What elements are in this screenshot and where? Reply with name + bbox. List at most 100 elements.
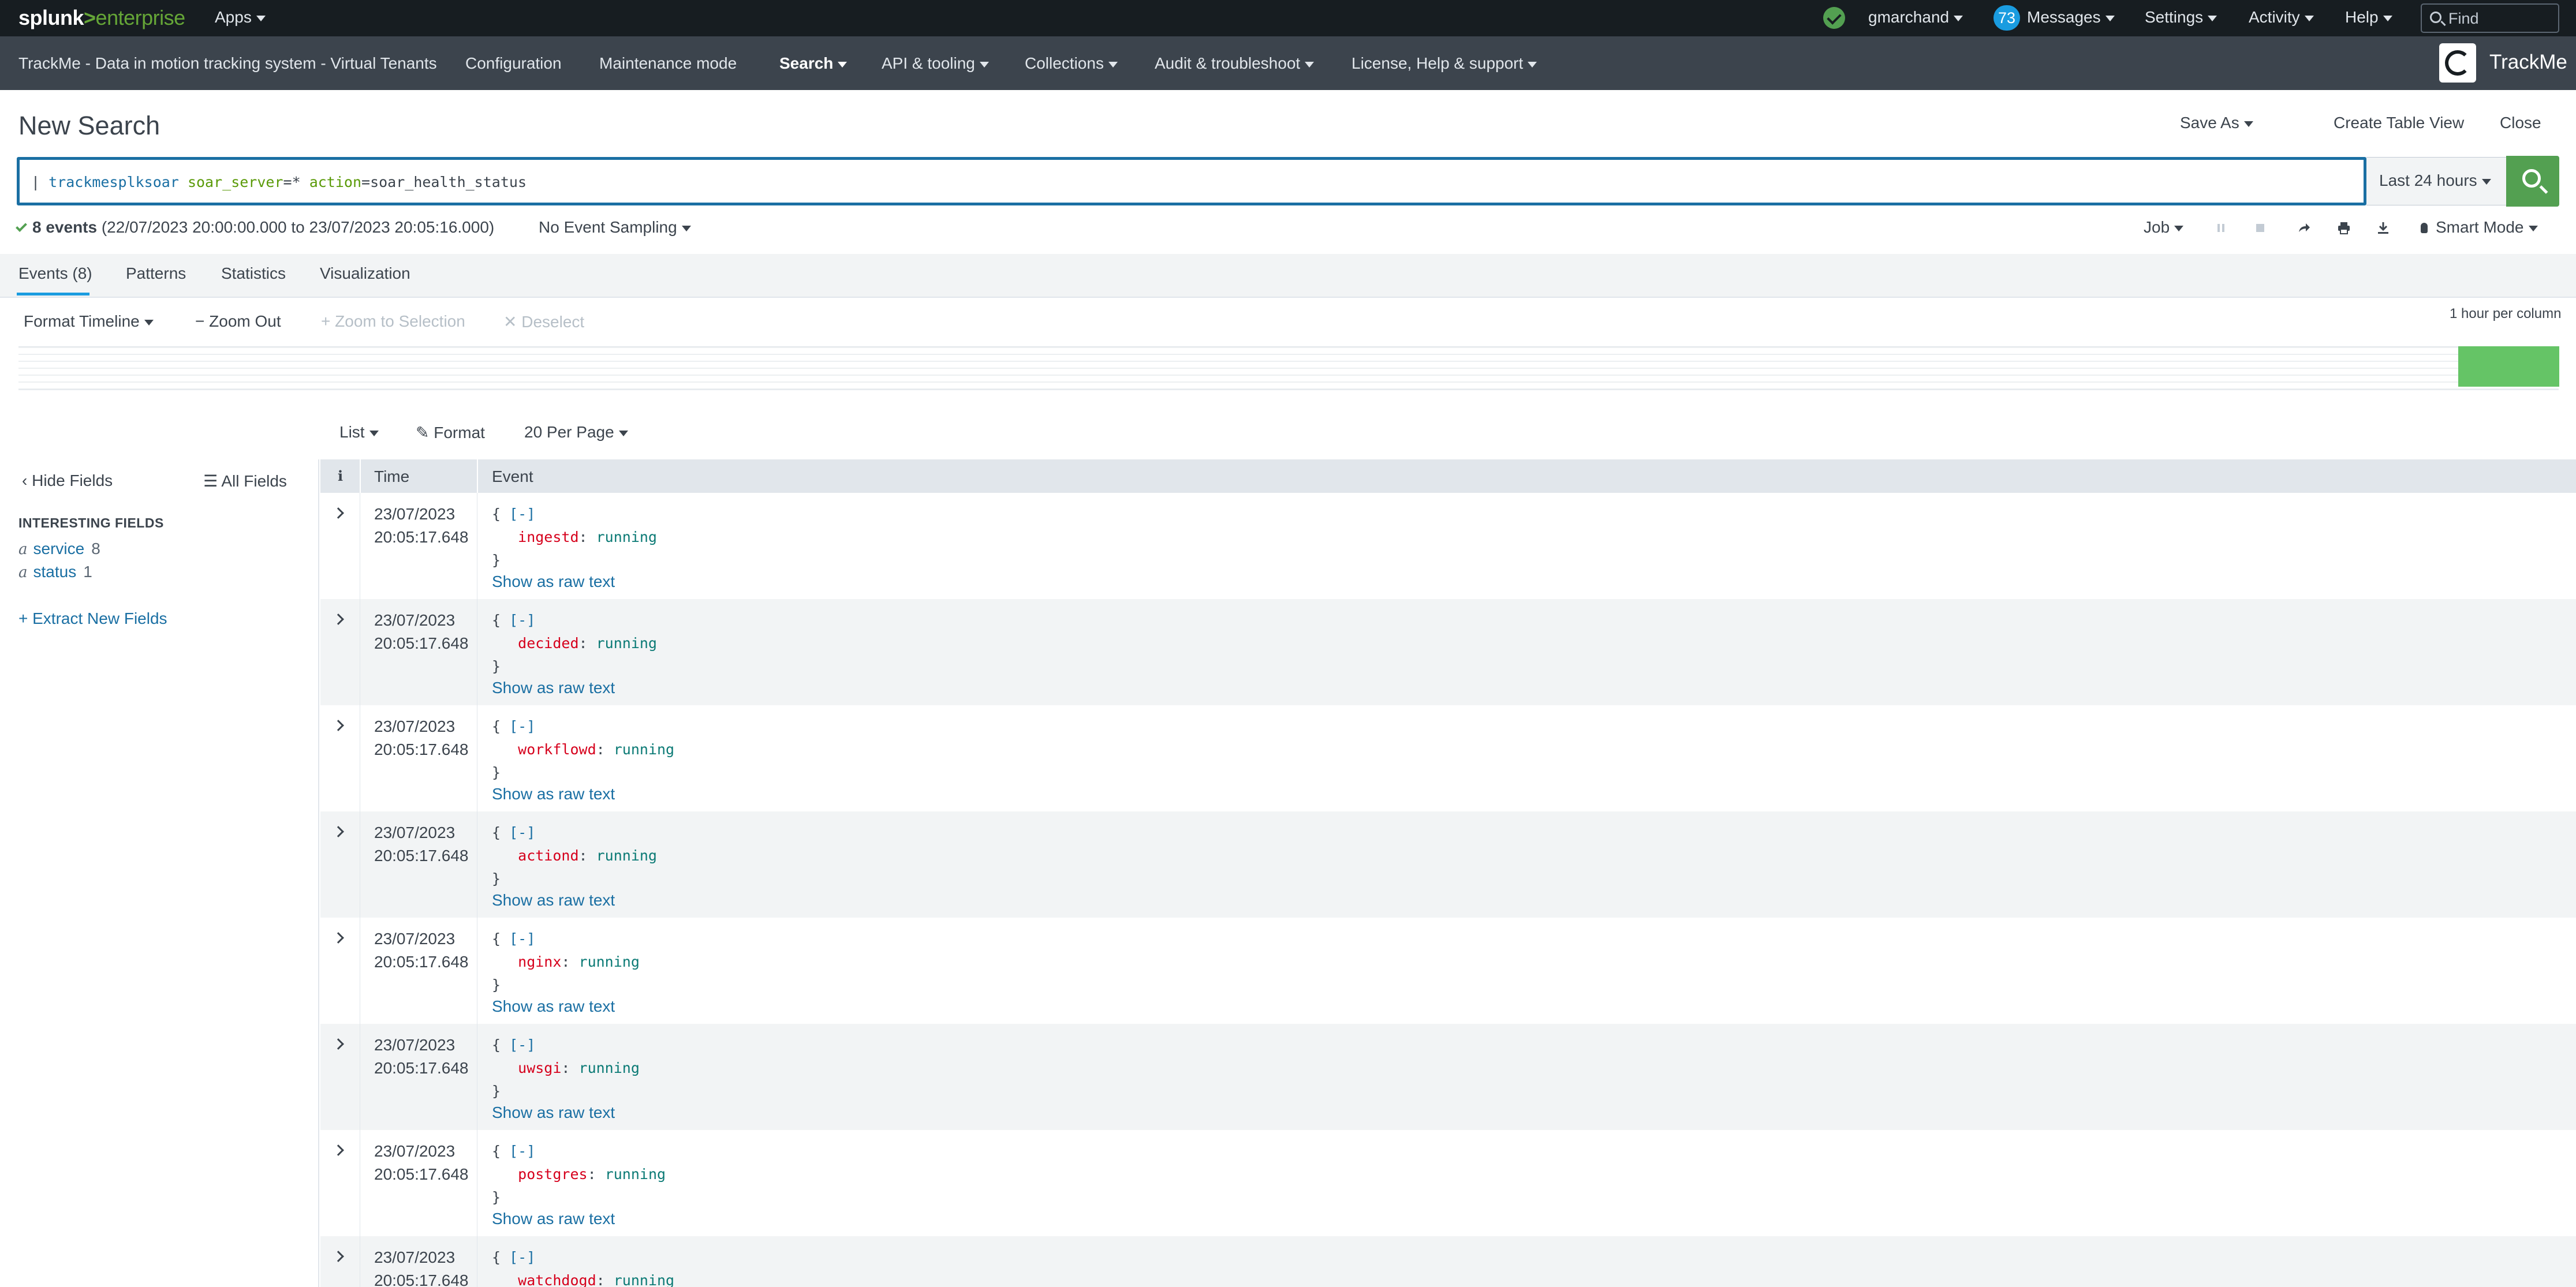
save-as-menu[interactable]: Save As [2180, 114, 2253, 132]
close-button[interactable]: Close [2500, 114, 2541, 132]
event-key[interactable]: workflowd [518, 741, 596, 758]
event-value[interactable]: running [596, 529, 657, 545]
field-service[interactable]: a service 8 [18, 540, 100, 558]
event-time[interactable]: 23/07/2023 20:05:17.648 [374, 927, 469, 974]
event-key[interactable]: decided [518, 635, 578, 652]
field-status[interactable]: a status 1 [18, 563, 92, 581]
format-timeline-menu[interactable]: Format Timeline [24, 312, 154, 331]
event-value[interactable]: running [614, 741, 674, 758]
user-menu[interactable]: gmarchand [1868, 8, 1963, 27]
nav-search[interactable]: Search [779, 54, 848, 73]
event-time[interactable]: 23/07/2023 20:05:17.648 [374, 821, 469, 867]
event-value[interactable]: running [596, 847, 657, 864]
event-value[interactable]: running [596, 635, 657, 652]
tab-visualization[interactable]: Visualization [320, 264, 410, 283]
event-time[interactable]: 23/07/2023 20:05:17.648 [374, 609, 469, 655]
event-value[interactable]: running [579, 953, 640, 970]
nav-maintenance-mode[interactable]: Maintenance mode [599, 54, 737, 73]
list-view-menu[interactable]: List [339, 423, 379, 442]
timeline-chart[interactable] [18, 346, 2559, 390]
activity-menu[interactable]: Activity [2249, 8, 2314, 27]
share-icon[interactable] [2297, 220, 2312, 235]
collapse-toggle[interactable]: [-] [509, 506, 535, 522]
job-menu[interactable]: Job [2144, 218, 2184, 237]
tab-events[interactable]: Events (8) [18, 264, 92, 283]
collapse-toggle[interactable]: [-] [509, 718, 535, 735]
event-key[interactable]: postgres [518, 1166, 587, 1183]
tab-patterns[interactable]: Patterns [126, 264, 186, 283]
show-raw-text-link[interactable]: Show as raw text [492, 785, 615, 803]
show-raw-text-link[interactable]: Show as raw text [492, 997, 615, 1016]
show-raw-text-link[interactable]: Show as raw text [492, 573, 615, 591]
show-raw-text-link[interactable]: Show as raw text [492, 679, 615, 697]
event-key[interactable]: watchdogd [518, 1272, 596, 1287]
export-icon[interactable] [2376, 220, 2391, 235]
collapse-toggle[interactable]: [-] [509, 824, 535, 841]
settings-menu[interactable]: Settings [2145, 8, 2217, 27]
health-status-icon[interactable] [1823, 7, 1845, 29]
collapse-toggle[interactable]: [-] [509, 1249, 535, 1266]
event-key[interactable]: ingestd [518, 529, 578, 545]
show-raw-text-link[interactable]: Show as raw text [492, 891, 615, 910]
expand-chevron-icon[interactable] [333, 1038, 344, 1050]
pause-icon[interactable] [2213, 220, 2228, 235]
event-value[interactable]: running [579, 1060, 640, 1076]
event-time[interactable]: 23/07/2023 20:05:17.648 [374, 1034, 469, 1080]
event-key[interactable]: nginx [518, 953, 561, 970]
expand-chevron-icon[interactable] [333, 613, 344, 625]
search-mode-menu[interactable]: Smart Mode [2421, 218, 2538, 237]
expand-chevron-icon[interactable] [333, 932, 344, 944]
per-page-menu[interactable]: 20 Per Page [524, 423, 628, 442]
expand-chevron-icon[interactable] [333, 826, 344, 837]
app-name[interactable]: TrackMe [2489, 51, 2567, 74]
messages-count-badge[interactable]: 73 [1993, 5, 2020, 31]
time-column-header[interactable]: Time [374, 467, 409, 486]
print-icon[interactable] [2336, 220, 2351, 235]
zoom-out-button[interactable]: − Zoom Out [195, 312, 281, 331]
collapse-toggle[interactable]: [-] [509, 930, 535, 947]
time-range-picker[interactable]: Last 24 hours [2366, 157, 2506, 205]
event-key[interactable]: actiond [518, 847, 578, 864]
event-time[interactable]: 23/07/2023 20:05:17.648 [374, 715, 469, 761]
show-raw-text-link[interactable]: Show as raw text [492, 1103, 615, 1122]
nav-configuration[interactable]: Configuration [465, 54, 562, 73]
find-box[interactable] [2421, 3, 2559, 33]
expand-chevron-icon[interactable] [333, 1144, 344, 1156]
event-time[interactable]: 23/07/2023 20:05:17.648 [374, 1140, 469, 1186]
event-time[interactable]: 23/07/2023 20:05:17.648 [374, 503, 469, 549]
nav-collections[interactable]: Collections [1025, 54, 1118, 73]
format-button[interactable]: ✎ Format [416, 423, 485, 442]
expand-chevron-icon[interactable] [333, 720, 344, 731]
show-raw-text-link[interactable]: Show as raw text [492, 1210, 615, 1228]
stop-icon[interactable] [2253, 220, 2268, 235]
event-value[interactable]: running [614, 1272, 674, 1287]
search-query[interactable]: | trackmesplksoar soar_server=* action=s… [31, 174, 527, 190]
help-menu[interactable]: Help [2345, 8, 2392, 27]
nav-audit-troubleshoot[interactable]: Audit & troubleshoot [1155, 54, 1315, 73]
create-table-view-button[interactable]: Create Table View [2334, 114, 2464, 132]
all-fields-button[interactable]: ☰ All Fields [203, 472, 287, 491]
zoom-to-selection-button[interactable]: + Zoom to Selection [321, 312, 465, 331]
collapse-toggle[interactable]: [-] [509, 1143, 535, 1159]
collapse-toggle[interactable]: [-] [509, 1037, 535, 1053]
event-value[interactable]: running [605, 1166, 666, 1183]
apps-menu[interactable]: Apps [215, 8, 266, 27]
extract-new-fields-link[interactable]: + Extract New Fields [18, 609, 167, 628]
expand-chevron-icon[interactable] [333, 1251, 344, 1262]
nav-api-tooling[interactable]: API & tooling [882, 54, 989, 73]
timeline-bar[interactable] [2458, 346, 2559, 387]
collapse-toggle[interactable]: [-] [509, 612, 535, 628]
event-key[interactable]: uwsgi [518, 1060, 561, 1076]
splunk-logo[interactable]: splunk>enterprise [18, 6, 185, 30]
nav-license-help[interactable]: License, Help & support [1352, 54, 1537, 73]
event-time[interactable]: 23/07/2023 20:05:17.648 [374, 1246, 469, 1287]
find-input[interactable] [2448, 9, 2552, 28]
event-sampling-menu[interactable]: No Event Sampling [539, 218, 691, 237]
deselect-button[interactable]: ✕ Deselect [503, 312, 584, 331]
search-input[interactable]: | trackmesplksoar soar_server=* action=s… [17, 157, 2366, 205]
nav-trackme-virtual-tenants[interactable]: TrackMe - Data in motion tracking system… [18, 54, 437, 73]
expand-chevron-icon[interactable] [333, 507, 344, 519]
search-button[interactable] [2506, 156, 2559, 207]
tab-statistics[interactable]: Statistics [221, 264, 286, 283]
hide-fields-button[interactable]: ‹ Hide Fields [22, 472, 113, 490]
